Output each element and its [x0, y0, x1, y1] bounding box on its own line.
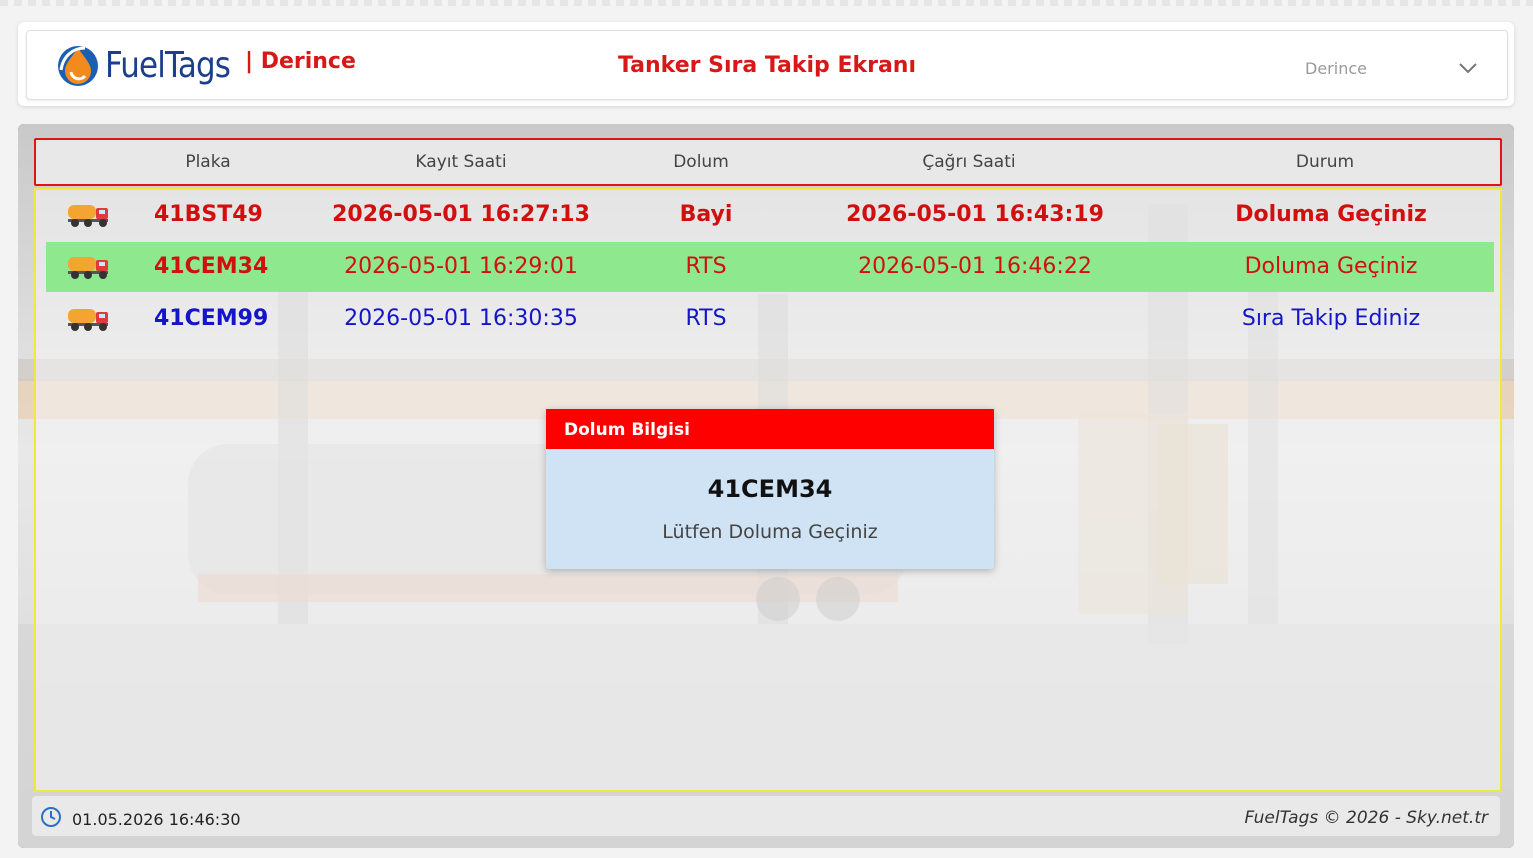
table-row[interactable]: 41CEM34 2026-05-01 16:29:01 RTS 2026-05-…	[46, 242, 1494, 292]
column-header-dolum: Dolum	[673, 152, 729, 172]
table-row[interactable]: 41BST49 2026-05-01 16:27:13 Bayi 2026-05…	[46, 190, 1494, 240]
tanker-truck-icon	[68, 257, 108, 279]
site-select[interactable]: Derince	[1297, 55, 1487, 83]
plate: 41CEM99	[154, 306, 269, 331]
status: Sıra Takip Ediniz	[1241, 306, 1421, 331]
fill-info-popup[interactable]: Dolum Bilgisi 41CEM34 Lütfen Doluma Geçi…	[546, 409, 994, 569]
fill-type: Bayi	[679, 202, 733, 227]
registered-time: 2026-05-01 16:27:13	[332, 202, 590, 227]
footer-copyright: FuelTags © 2026 - Sky.net.tr	[1244, 808, 1488, 828]
column-header-cagri-saati: Çağrı Saati	[922, 152, 1016, 172]
column-header-durum: Durum	[1295, 152, 1355, 172]
header-bar: FuelTags | Derince Tanker Sıra Takip Ekr…	[26, 30, 1508, 100]
plate: 41CEM34	[154, 254, 269, 279]
chevron-down-icon[interactable]	[1457, 57, 1479, 79]
registered-time: 2026-05-01 16:29:01	[344, 254, 578, 279]
status: Doluma Geçiniz	[1244, 254, 1418, 279]
column-header-plaka: Plaka	[185, 152, 231, 172]
registered-time: 2026-05-01 16:30:35	[344, 306, 578, 331]
tanker-truck-icon	[68, 205, 108, 227]
footer-datetime: 01.05.2026 16:46:30	[72, 810, 241, 829]
popup-plate: 41CEM34	[707, 475, 833, 503]
popup-message: Lütfen Doluma Geçiniz	[662, 521, 878, 543]
page-title: Tanker Sıra Takip Ekranı	[617, 53, 917, 78]
queue-panel: Plaka Kayıt Saati Dolum Çağrı Saati Duru…	[18, 124, 1514, 848]
fill-type: RTS	[685, 254, 727, 279]
popup-title: Dolum Bilgisi	[546, 409, 994, 449]
footer-bar: 01.05.2026 16:46:30 FuelTags © 2026 - Sk…	[32, 796, 1500, 836]
site-select-value: Derince	[1305, 59, 1367, 78]
table-header: Plaka Kayıt Saati Dolum Çağrı Saati Duru…	[34, 138, 1502, 186]
clock-icon	[41, 807, 61, 827]
plate: 41BST49	[154, 202, 263, 227]
tanker-truck-icon	[68, 309, 108, 331]
column-header-kayit-saati: Kayıt Saati	[415, 152, 507, 172]
table-row[interactable]: 41CEM99 2026-05-01 16:30:35 RTS Sıra Tak…	[46, 294, 1494, 344]
call-time: 2026-05-01 16:46:22	[858, 254, 1092, 279]
fill-type: RTS	[685, 306, 727, 331]
status: Doluma Geçiniz	[1235, 202, 1427, 227]
call-time: 2026-05-01 16:43:19	[846, 202, 1104, 227]
top-strip	[0, 0, 1533, 6]
